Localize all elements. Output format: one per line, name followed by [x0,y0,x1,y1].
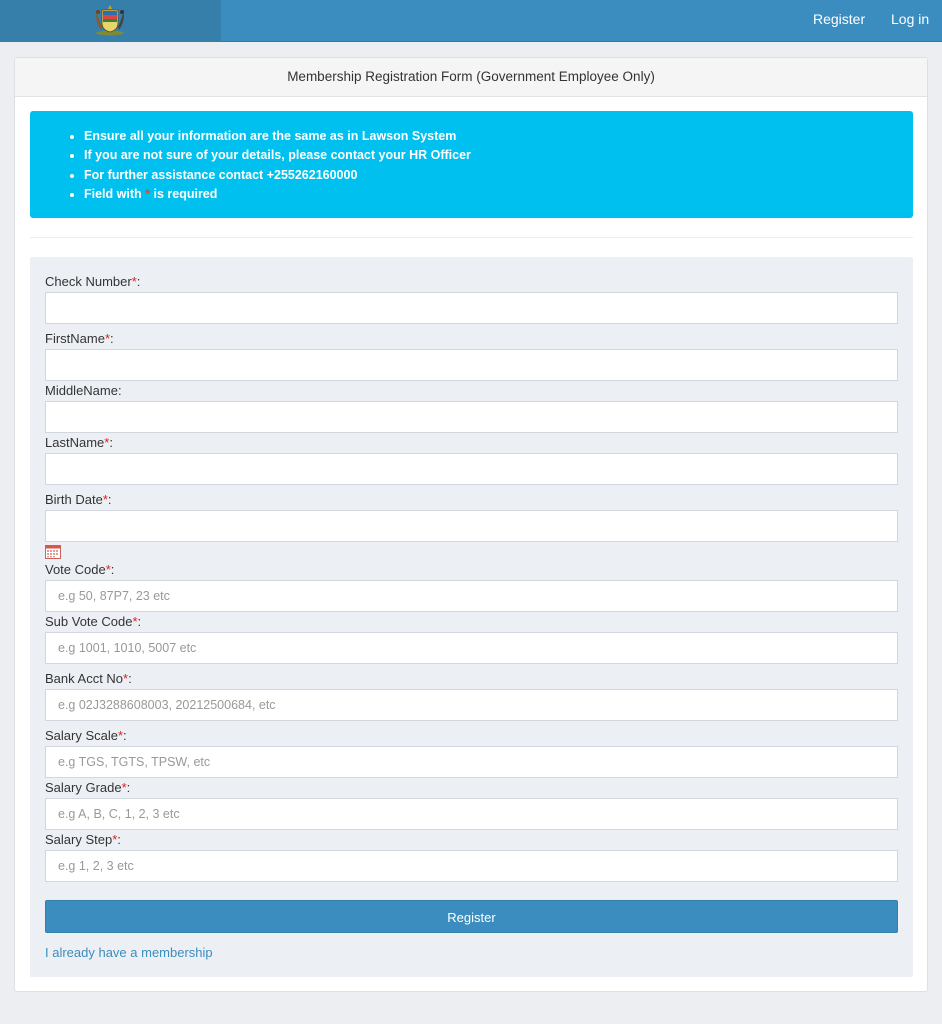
label-colon: : [123,728,127,743]
brand-area[interactable] [0,0,221,42]
notice-item-required: Field with * is required [84,185,471,204]
salary-step-input[interactable] [45,850,898,882]
sub-vote-code-label: Sub Vote Code*: [45,614,141,629]
label-colon: : [126,780,131,795]
salary-grade-label-text: Salary Grade [45,780,122,795]
label-colon: : [137,614,142,629]
salary-scale-input[interactable] [45,746,898,778]
bank-acct-label: Bank Acct No*: [45,671,132,686]
notice-item: Ensure all your information are the same… [84,127,471,146]
salary-grade-input[interactable] [45,798,898,830]
last-name-input[interactable] [45,453,898,485]
label-colon: : [109,435,113,450]
last-name-label-text: LastName [45,435,105,450]
vote-code-label-text: Vote Code [45,562,106,577]
salary-scale-label-text: Salary Scale [45,728,118,743]
check-number-input[interactable] [45,292,898,324]
notice-item: If you are not sure of your details, ple… [84,146,471,165]
label-colon: : [117,832,121,847]
notice-required-suffix: is required [153,186,218,201]
birth-date-input[interactable] [45,510,898,542]
register-button[interactable]: Register [45,900,898,933]
vote-code-label: Vote Code*: [45,562,114,577]
last-name-label: LastName*: [45,435,113,450]
notice-item: For further assistance contact +25526216… [84,166,471,185]
label-colon: : [128,671,132,686]
info-notice: Ensure all your information are the same… [30,111,913,218]
check-number-label: Check Number*: [45,274,140,289]
bank-acct-label-text: Bank Acct No [45,671,124,686]
salary-step-label-text: Salary Step [45,832,113,847]
coat-of-arms-logo [96,5,124,36]
calendar-icon[interactable] [45,545,61,559]
sub-vote-code-input[interactable] [45,632,898,664]
registration-card: Membership Registration Form (Government… [14,57,928,992]
sub-vote-code-label-text: Sub Vote Code [45,614,133,629]
label-colon: : [110,562,115,577]
registration-form: Check Number*: FirstName*: MiddleName: L… [30,257,913,977]
notice-required-prefix: Field with [84,186,142,201]
bank-acct-input[interactable] [45,689,898,721]
existing-membership-link[interactable]: I already have a membership [45,945,213,960]
birth-date-label: Birth Date*: [45,492,112,507]
birth-date-label-text: Birth Date [45,492,103,507]
salary-grade-label: Salary Grade*: [45,780,130,795]
first-name-label: FirstName*: [45,331,114,346]
vote-code-input[interactable] [45,580,898,612]
salary-step-label: Salary Step*: [45,832,121,847]
first-name-input[interactable] [45,349,898,381]
middle-name-input[interactable] [45,401,898,433]
label-colon: : [110,331,114,346]
nav-register-link[interactable]: Register [813,11,865,27]
nav-login-link[interactable]: Log in [891,11,929,27]
salary-scale-label: Salary Scale*: [45,728,127,743]
label-colon: : [136,274,141,289]
middle-name-label: MiddleName: [45,383,122,398]
check-number-label-text: Check Number [45,274,132,289]
required-asterisk: * [145,186,150,201]
first-name-label-text: FirstName [45,331,105,346]
card-title: Membership Registration Form (Government… [15,58,927,97]
notice-list: Ensure all your information are the same… [30,127,471,204]
top-navbar: Register Log in [0,0,942,42]
divider [30,237,913,238]
label-colon: : [107,492,112,507]
